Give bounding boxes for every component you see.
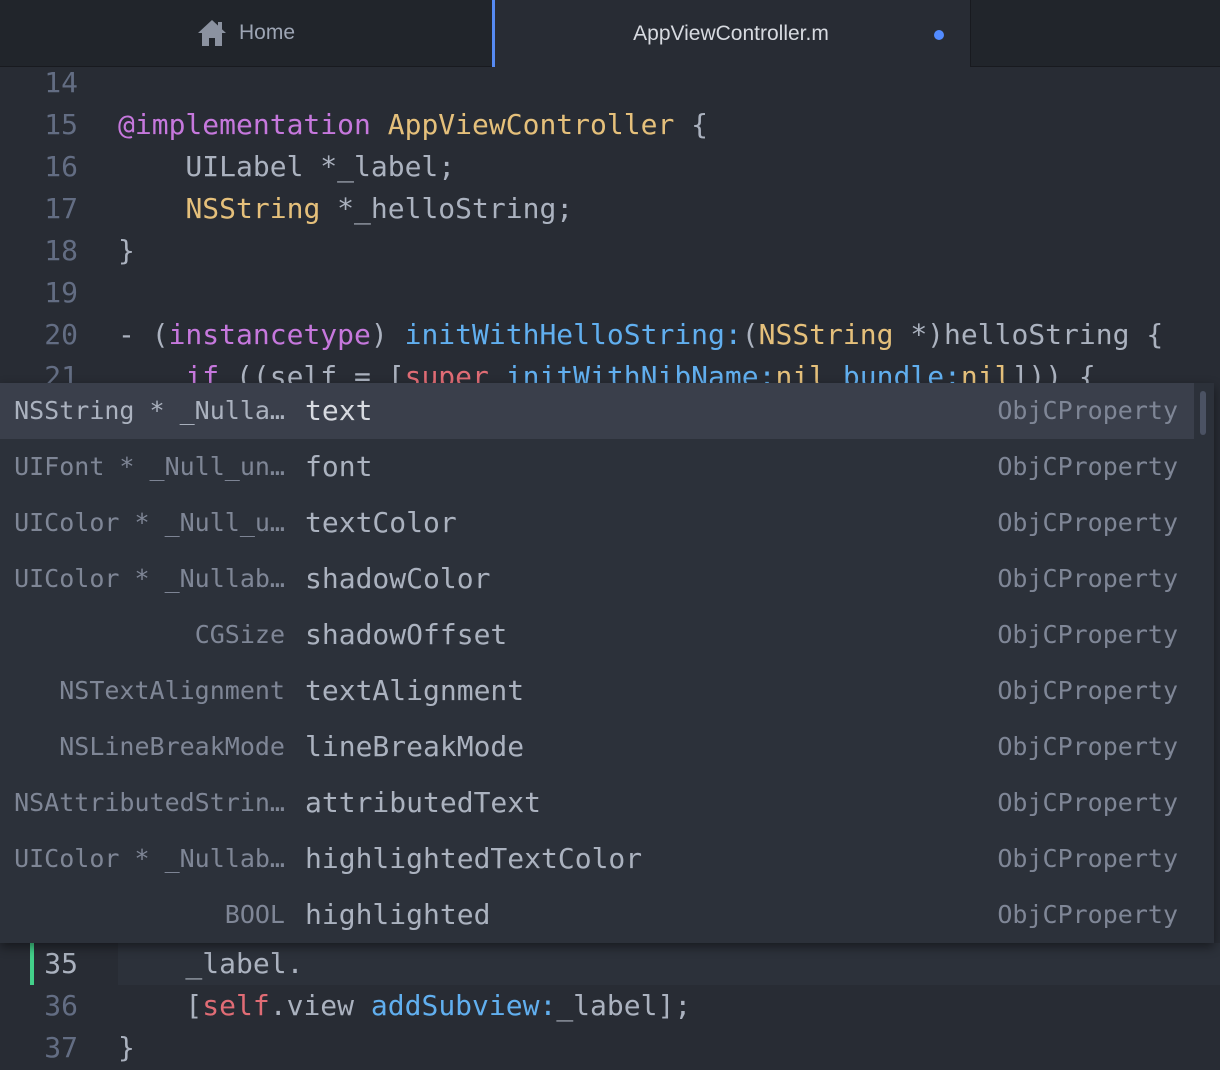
autocomplete-item-type: UIColor * _Nullab… bbox=[14, 564, 285, 593]
autocomplete-item-textAlignment[interactable]: NSTextAlignment textAlignment ObjCProperty bbox=[0, 663, 1194, 719]
code-text: - (instancetype) initWithHelloString:(NS… bbox=[118, 318, 1164, 351]
code-text: NSString *_helloString; bbox=[185, 192, 574, 225]
autocomplete-item-name: textColor bbox=[305, 506, 457, 539]
tab-bar-empty bbox=[970, 0, 1220, 67]
autocomplete-item-text[interactable]: NSString * _Nulla… text ObjCProperty bbox=[0, 383, 1194, 439]
autocomplete-item-name: text bbox=[305, 394, 373, 427]
autocomplete-item-type: CGSize bbox=[194, 620, 285, 649]
autocomplete-item-name: shadowOffset bbox=[305, 618, 508, 651]
code-text: } bbox=[118, 1031, 135, 1064]
autocomplete-item-kind: ObjCProperty bbox=[997, 620, 1178, 649]
autocomplete-item-kind: ObjCProperty bbox=[997, 676, 1178, 705]
modified-dot-icon[interactable] bbox=[934, 30, 944, 40]
code-text: _label. bbox=[118, 947, 304, 980]
autocomplete-item-kind: ObjCProperty bbox=[997, 564, 1178, 593]
line-number: 17 bbox=[44, 192, 78, 225]
line-number: 20 bbox=[44, 318, 78, 351]
autocomplete-item-type: UIColor * _Nullab… bbox=[14, 844, 285, 873]
autocomplete-item-highlighted[interactable]: BOOL highlighted ObjCProperty bbox=[0, 887, 1194, 943]
autocomplete-item-highlightedTextColor[interactable]: UIColor * _Nullab… highlightedTextColor Ob… bbox=[0, 831, 1194, 887]
line-number: 18 bbox=[44, 234, 78, 267]
autocomplete-item-type: NSLineBreakMode bbox=[59, 732, 285, 761]
autocomplete-item-textColor[interactable]: UIColor * _Null_u… textColor ObjCProperty bbox=[0, 495, 1194, 551]
autocomplete-item-type: UIColor * _Null_u… bbox=[14, 508, 285, 537]
autocomplete-item-type: BOOL bbox=[224, 900, 285, 929]
autocomplete-item-kind: ObjCProperty bbox=[997, 900, 1178, 929]
autocomplete-item-name: lineBreakMode bbox=[305, 730, 525, 763]
code-line[interactable]: 19 bbox=[0, 272, 1220, 314]
line-number: 19 bbox=[44, 276, 78, 309]
code-line[interactable]: 16 UILabel *_label; bbox=[0, 146, 1220, 188]
code-line[interactable]: 37} bbox=[0, 1027, 1220, 1069]
autocomplete-item-name: attributedText bbox=[305, 786, 542, 819]
code-line[interactable]: 15 @implementation AppViewController { bbox=[0, 104, 1220, 146]
code-text: UILabel *_label; bbox=[118, 150, 456, 183]
autocomplete-item-kind: ObjCProperty bbox=[997, 396, 1178, 425]
autocomplete-item-kind: ObjCProperty bbox=[997, 508, 1178, 537]
line-number: 15 bbox=[44, 108, 78, 141]
code-line[interactable]: 18} bbox=[0, 230, 1220, 272]
autocomplete-item-name: textAlignment bbox=[305, 674, 525, 707]
autocomplete-item-type: NSString * _Nulla… bbox=[14, 396, 285, 425]
code-text: @implementation AppViewController { bbox=[118, 108, 709, 141]
line-number: 37 bbox=[44, 1031, 78, 1064]
autocomplete-item-shadowColor[interactable]: UIColor * _Nullab… shadowColor ObjCPropert… bbox=[0, 551, 1194, 607]
autocomplete-item-kind: ObjCProperty bbox=[997, 788, 1178, 817]
autocomplete-item-shadowOffset[interactable]: CGSize shadowOffset ObjCProperty bbox=[0, 607, 1194, 663]
autocomplete-item-kind: ObjCProperty bbox=[997, 732, 1178, 761]
autocomplete-item-name: font bbox=[305, 450, 373, 483]
autocomplete-item-name: shadowColor bbox=[305, 562, 491, 595]
active-tab-indicator bbox=[492, 0, 495, 67]
autocomplete-item-type: UIFont * _Null_un… bbox=[14, 452, 285, 481]
code-line[interactable]: 20 - (instancetype) initWithHelloString:(… bbox=[0, 314, 1220, 356]
code-line[interactable]: 14 bbox=[0, 62, 1220, 104]
tab-home[interactable]: Home bbox=[0, 0, 492, 67]
autocomplete-item-type: NSAttributedStrin… bbox=[14, 788, 285, 817]
code-line[interactable]: 35 _label. bbox=[0, 943, 1220, 985]
autocomplete-item-type: NSTextAlignment bbox=[59, 676, 285, 705]
autocomplete-scrollbar[interactable] bbox=[1200, 391, 1206, 435]
code-line[interactable]: 17 NSString *_helloString; bbox=[0, 188, 1220, 230]
autocomplete-item-name: highlightedTextColor bbox=[305, 842, 643, 875]
home-icon bbox=[197, 19, 227, 47]
line-number: 16 bbox=[44, 150, 78, 183]
tab-home-label: Home bbox=[238, 21, 296, 44]
autocomplete-item-kind: ObjCProperty bbox=[997, 452, 1178, 481]
code-line[interactable]: 36 [self.view addSubview:_label]; bbox=[0, 985, 1220, 1027]
autocomplete-item-name: highlighted bbox=[305, 898, 491, 931]
tab-active-label: AppViewController.m bbox=[633, 21, 829, 45]
line-number: 14 bbox=[44, 66, 78, 99]
line-number: 35 bbox=[44, 947, 78, 980]
code-text: } bbox=[118, 234, 135, 267]
autocomplete-item-lineBreakMode[interactable]: NSLineBreakMode lineBreakMode ObjCProperty bbox=[0, 719, 1194, 775]
autocomplete-item-attributedText[interactable]: NSAttributedStrin… attributedText ObjCProp… bbox=[0, 775, 1194, 831]
autocomplete-popup: NSString * _Nulla… text ObjCProperty UIFont… bbox=[0, 383, 1214, 943]
line-number: 36 bbox=[44, 989, 78, 1022]
code-text: [self.view addSubview:_label]; bbox=[118, 989, 692, 1022]
autocomplete-item-kind: ObjCProperty bbox=[997, 844, 1178, 873]
tab-appviewcontroller[interactable]: AppViewController.m bbox=[492, 0, 970, 67]
tab-bar: Home AppViewController.m bbox=[0, 0, 1220, 67]
autocomplete-item-font[interactable]: UIFont * _Null_un… font ObjCProperty bbox=[0, 439, 1194, 495]
